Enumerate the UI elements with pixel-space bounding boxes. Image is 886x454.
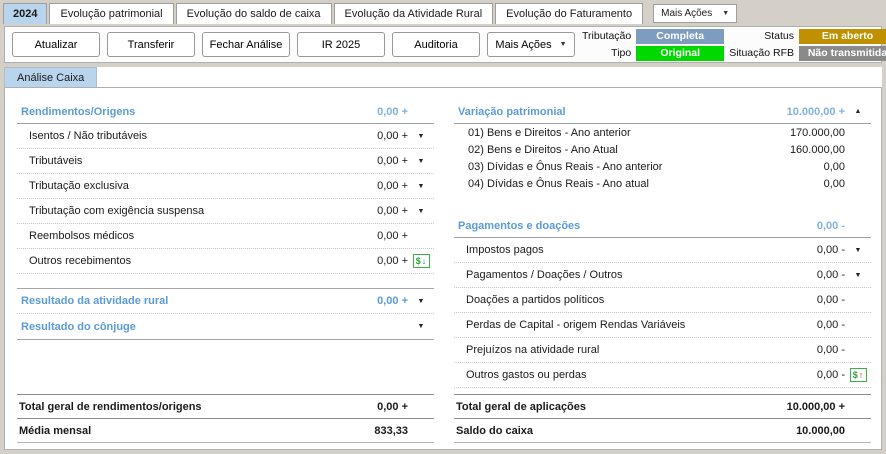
- tab-analise-caixa[interactable]: Análise Caixa: [4, 67, 97, 87]
- left-totals: Total geral de rendimentos/origens 0,00 …: [17, 394, 434, 443]
- rendimentos-column: Rendimentos/Origens 0,00 + Isentos / Não…: [17, 100, 434, 443]
- saldo-caixa-row: Saldo do caixa 10.000,00: [454, 418, 871, 442]
- expand-arrow-icon[interactable]: ▼: [418, 158, 425, 165]
- expand-arrow-icon[interactable]: ▼: [418, 183, 425, 190]
- row-perdas-capital-rendas-variaveis: Perdas de Capital - origem Rendas Variáv…: [454, 313, 871, 338]
- toolbar-panel: Atualizar Transferir Fechar Análise IR 2…: [4, 26, 882, 63]
- status-panel: Tributação Completa Status Em aberto Tip…: [582, 29, 886, 61]
- section-value: 0,00 -: [753, 220, 845, 232]
- status-label: Status: [729, 30, 794, 42]
- row-prejuizos-atividade-rural: Prejuízos na atividade rural 0,00 -: [454, 338, 871, 363]
- analise-caixa-panel: Rendimentos/Origens 0,00 + Isentos / Não…: [4, 87, 882, 450]
- section-title: Pagamentos e doações: [454, 220, 753, 232]
- item-bens-direitos-ano-atual: 02) Bens e Direitos - Ano Atual 160.000,…: [454, 141, 871, 158]
- row-pagamentos-doacoes-outros: Pagamentos / Doações / Outros 0,00 - ▼: [454, 263, 871, 288]
- money-up-icon[interactable]: $↑: [850, 368, 867, 382]
- row-tributacao-exigencia-suspensa: Tributação com exigência suspensa 0,00 +…: [17, 199, 434, 224]
- tributacao-label: Tributação: [582, 30, 631, 42]
- top-more-actions-label: Mais Ações: [661, 8, 712, 19]
- expand-arrow-icon[interactable]: ▼: [418, 298, 425, 305]
- chevron-down-icon: ▼: [722, 10, 729, 17]
- row-outros-gastos-perdas: Outros gastos ou perdas 0,00 - $↑: [454, 363, 871, 388]
- top-more-actions-button[interactable]: Mais Ações ▼: [653, 4, 737, 23]
- total-aplicacoes-row: Total geral de aplicações 10.000,00 +: [454, 394, 871, 418]
- tipo-badge: Original: [636, 46, 724, 61]
- variacao-column: Variação patrimonial 10.000,00 + ▲ 01) B…: [454, 100, 871, 443]
- item-bens-direitos-ano-anterior: 01) Bens e Direitos - Ano anterior 170.0…: [454, 124, 871, 141]
- toolbar-more-actions-label: Mais Ações: [495, 39, 551, 51]
- toolbar-more-actions-button[interactable]: Mais Ações ▼: [487, 32, 575, 57]
- expand-arrow-icon[interactable]: ▼: [418, 208, 425, 215]
- row-impostos-pagos: Impostos pagos 0,00 - ▼: [454, 238, 871, 263]
- app-window: 2024 Evolução patrimonial Evolução do sa…: [0, 0, 886, 454]
- item-dividas-onus-ano-anterior: 03) Dívidas e Ônus Reais - Ano anterior …: [454, 158, 871, 175]
- right-totals: Total geral de aplicações 10.000,00 + Sa…: [454, 394, 871, 443]
- row-outros-recebimentos: Outros recebimentos 0,00 + $↓: [17, 249, 434, 274]
- row-isentos-nao-tributaveis: Isentos / Não tributáveis 0,00 + ▼: [17, 124, 434, 149]
- toolbar-buttons: Atualizar Transferir Fechar Análise IR 2…: [12, 32, 582, 57]
- resultado-block: Resultado da atividade rural 0,00 + ▼ Re…: [17, 288, 434, 340]
- row-resultado-atividade-rural: Resultado da atividade rural 0,00 + ▼: [17, 289, 434, 314]
- transferir-button[interactable]: Transferir: [107, 32, 195, 57]
- expand-arrow-icon[interactable]: ▼: [855, 247, 862, 254]
- tab-evolucao-saldo-caixa[interactable]: Evolução do saldo de caixa: [176, 3, 332, 24]
- content-tab-strip: Análise Caixa: [4, 67, 882, 87]
- auditoria-button[interactable]: Auditoria: [392, 32, 480, 57]
- pagamentos-doacoes-header: Pagamentos e doações 0,00 -: [454, 214, 871, 238]
- section-title: Rendimentos/Origens: [17, 106, 316, 118]
- situacao-rfb-label: Situação RFB: [729, 47, 794, 59]
- atualizar-button[interactable]: Atualizar: [12, 32, 100, 57]
- item-dividas-onus-ano-atual: 04) Dívidas e Ônus Reais - Ano atual 0,0…: [454, 175, 871, 192]
- situacao-rfb-badge: Não transmitida: [799, 46, 886, 61]
- media-mensal-row: Média mensal 833,33: [17, 418, 434, 442]
- collapse-arrow-icon[interactable]: ▲: [855, 108, 862, 115]
- total-rendimentos-row: Total geral de rendimentos/origens 0,00 …: [17, 394, 434, 418]
- row-tributacao-exclusiva: Tributação exclusiva 0,00 + ▼: [17, 174, 434, 199]
- tab-evolucao-atividade-rural[interactable]: Evolução da Atividade Rural: [334, 3, 494, 24]
- tab-year-2024[interactable]: 2024: [3, 3, 47, 24]
- tributacao-badge: Completa: [636, 29, 724, 44]
- row-resultado-conjuge: Resultado do cônjuge ▼: [17, 314, 434, 339]
- tab-evolucao-faturamento[interactable]: Evolução do Faturamento: [495, 3, 643, 24]
- expand-arrow-icon[interactable]: ▼: [418, 133, 425, 140]
- section-value: 10.000,00 +: [753, 106, 845, 118]
- top-tab-bar: 2024 Evolução patrimonial Evolução do sa…: [0, 0, 886, 24]
- section-title: Variação patrimonial: [454, 106, 753, 118]
- row-doacoes-partidos-politicos: Doações a partidos políticos 0,00 -: [454, 288, 871, 313]
- expand-arrow-icon[interactable]: ▼: [418, 323, 425, 330]
- section-value: 0,00 +: [316, 106, 408, 118]
- variacao-patrimonial-header: Variação patrimonial 10.000,00 + ▲: [454, 100, 871, 124]
- expand-arrow-icon[interactable]: ▼: [855, 272, 862, 279]
- status-badge: Em aberto: [799, 29, 886, 44]
- row-tributaveis: Tributáveis 0,00 + ▼: [17, 149, 434, 174]
- fechar-analise-button[interactable]: Fechar Análise: [202, 32, 290, 57]
- ir-2025-button[interactable]: IR 2025: [297, 32, 385, 57]
- row-reembolsos-medicos: Reembolsos médicos 0,00 +: [17, 224, 434, 249]
- chevron-down-icon: ▼: [560, 41, 567, 48]
- rendimentos-origens-header: Rendimentos/Origens 0,00 +: [17, 100, 434, 124]
- tab-evolucao-patrimonial[interactable]: Evolução patrimonial: [49, 3, 173, 24]
- money-down-icon[interactable]: $↓: [413, 254, 430, 268]
- tipo-label: Tipo: [582, 47, 631, 59]
